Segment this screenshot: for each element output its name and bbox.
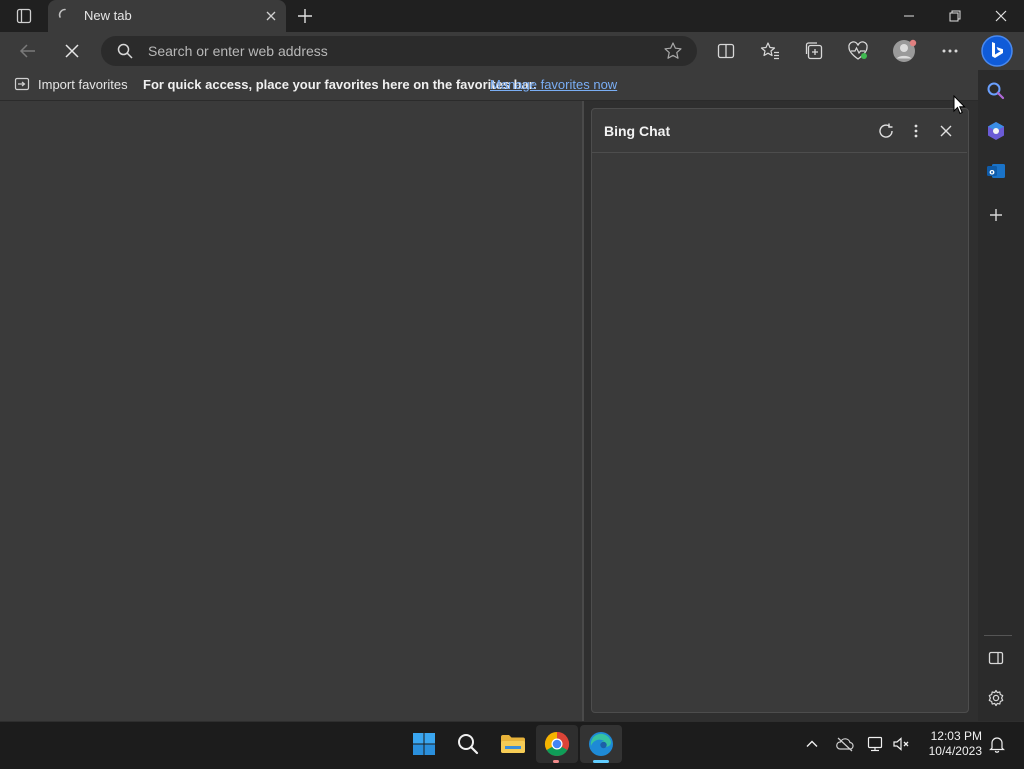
close-icon[interactable] — [936, 121, 956, 141]
onedrive-icon[interactable] — [835, 736, 855, 752]
chat-pane-title: Bing Chat — [604, 123, 671, 139]
volume-muted-icon[interactable] — [892, 735, 912, 753]
favorites-icon[interactable] — [759, 40, 781, 62]
mouse-cursor-icon — [953, 95, 967, 115]
bing-chat-icon[interactable] — [980, 34, 1014, 68]
page-content — [0, 101, 582, 721]
split-screen-icon[interactable] — [715, 40, 737, 62]
search-icon — [116, 42, 134, 60]
new-tab-button[interactable] — [294, 5, 316, 27]
import-favorites-button[interactable]: Import favorites — [38, 77, 128, 92]
hide-sidebar-icon[interactable] — [986, 648, 1006, 668]
browser-essentials-icon[interactable] — [846, 40, 870, 62]
vertical-more-icon[interactable] — [906, 121, 926, 141]
loading-spinner-icon — [58, 8, 72, 22]
refresh-icon[interactable] — [876, 121, 896, 141]
tab-close-icon[interactable] — [263, 8, 279, 24]
minimize-button[interactable] — [894, 4, 924, 28]
favorites-bar-message: For quick access, place your favorites h… — [143, 77, 537, 92]
system-clock[interactable]: 12:03 PM 10/4/2023 — [918, 729, 982, 759]
close-window-button[interactable] — [986, 4, 1016, 28]
copilot-icon[interactable] — [985, 120, 1007, 142]
file-explorer-icon[interactable] — [500, 732, 526, 756]
edge-active-indicator — [593, 760, 609, 763]
tab-actions-icon[interactable] — [8, 4, 40, 28]
notification-bell-icon[interactable] — [988, 735, 1006, 753]
chat-header-divider — [592, 152, 967, 153]
chrome-icon[interactable] — [544, 731, 570, 757]
search-icon[interactable] — [456, 732, 480, 756]
outlook-icon[interactable]: o — [985, 160, 1007, 182]
import-favorites-icon[interactable] — [14, 76, 32, 92]
svg-text:o: o — [989, 168, 995, 177]
clock-date: 10/4/2023 — [928, 744, 982, 758]
manage-favorites-link[interactable]: Manage favorites now — [490, 77, 617, 92]
collections-icon[interactable] — [803, 40, 825, 62]
sidebar-divider — [984, 635, 1012, 636]
gear-icon[interactable] — [986, 688, 1006, 708]
chevron-up-icon[interactable] — [804, 736, 820, 752]
tab-title: New tab — [84, 8, 132, 23]
windows-start-icon[interactable] — [412, 732, 436, 756]
edge-icon[interactable] — [588, 731, 614, 757]
restore-button[interactable] — [940, 4, 970, 28]
back-button[interactable] — [16, 40, 40, 62]
search-icon[interactable] — [985, 80, 1007, 102]
address-input[interactable] — [148, 40, 648, 62]
add-favorite-star-icon[interactable] — [663, 41, 683, 61]
chrome-running-indicator — [553, 760, 559, 763]
bing-chat-pane — [591, 108, 969, 713]
clock-time: 12:03 PM — [930, 729, 982, 743]
more-icon[interactable] — [938, 40, 962, 62]
network-icon[interactable] — [866, 735, 886, 753]
stop-loading-button[interactable] — [60, 40, 84, 62]
add-icon[interactable] — [985, 204, 1007, 226]
profile-icon[interactable] — [892, 38, 918, 64]
